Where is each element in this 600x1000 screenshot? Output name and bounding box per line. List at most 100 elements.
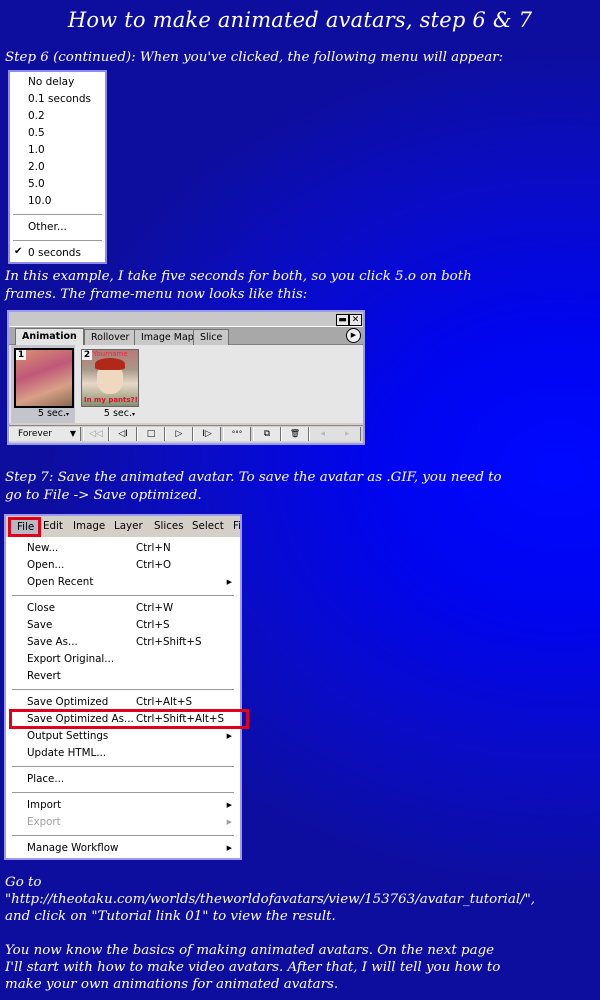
trash-icon[interactable]: 🗑	[281, 427, 309, 441]
tab-slice[interactable]: Slice	[193, 329, 230, 345]
submenu-arrow-icon: ▶	[226, 732, 232, 740]
menu-item-save-optimized-as[interactable]: Save Optimized As... Ctrl+Shift+Alt+S	[27, 711, 236, 728]
menu-item-label: Close	[27, 602, 56, 614]
delay-option-2-0[interactable]: 2.0	[28, 159, 45, 176]
shortcut-label: Ctrl+N	[136, 542, 171, 554]
menu-item-update-html[interactable]: Update HTML...	[27, 745, 236, 762]
next-frame-icon[interactable]: I▷	[193, 427, 221, 441]
menu-item-label: Manage Workflow	[27, 842, 119, 854]
delay-option-other[interactable]: Other...	[28, 219, 67, 236]
menu-item-new[interactable]: New... Ctrl+N	[27, 540, 236, 557]
frame-2[interactable]: 2 Yourname In my pants?! 5 sec.▾	[77, 345, 141, 423]
minimize-icon[interactable]: ▬	[336, 314, 349, 326]
duplicate-frame-icon[interactable]: ⧉	[253, 427, 281, 441]
animation-toolbar: Forever ▼ ◁◁ ◁I □ ▷ I▷ °°° ⧉ 🗑 ◂ ▸	[9, 425, 363, 443]
menu-image[interactable]: Image	[73, 516, 105, 537]
stop-icon[interactable]: □	[137, 427, 165, 441]
menu-item-label: Open Recent	[27, 576, 94, 588]
frame-delay-dropdown[interactable]: 5 sec.▾	[38, 408, 69, 419]
frame-delay-menu: No delay 0.1 seconds 0.2 0.5 1.0 2.0 5.0…	[8, 70, 107, 264]
frame-number: 1	[16, 350, 26, 360]
menu-item-close[interactable]: Close Ctrl+W	[27, 600, 236, 617]
example-text-line1: In this example, I take five seconds for…	[5, 269, 472, 284]
delay-option-10-0[interactable]: 10.0	[28, 193, 51, 210]
menu-item-label: Save Optimized As...	[27, 713, 134, 725]
menu-select[interactable]: Select	[192, 516, 224, 537]
menu-item-export-original[interactable]: Export Original...	[27, 651, 236, 668]
delay-option-0-1[interactable]: 0.1 seconds	[28, 91, 91, 108]
menu-layer[interactable]: Layer	[114, 516, 143, 537]
frame-delay-label: 5 sec.	[37, 408, 66, 419]
menu-divider	[12, 766, 234, 767]
frame-1[interactable]: 1 5 sec.▾	[11, 345, 75, 423]
menu-item-label: Export Original...	[27, 653, 115, 665]
menu-item-label: New...	[27, 542, 59, 554]
close-icon[interactable]: ✕	[349, 314, 362, 326]
panel-menu-icon[interactable]: ▶	[346, 328, 361, 343]
delay-option-0-2[interactable]: 0.2	[28, 108, 45, 125]
menu-file[interactable]: File	[8, 517, 41, 537]
delay-option-0-5[interactable]: 0.5	[28, 125, 45, 142]
first-frame-icon[interactable]: ◁◁	[83, 427, 109, 441]
step7-text-line2: go to File -> Save optimized.	[5, 488, 202, 503]
menu-item-label: Save As...	[27, 636, 78, 648]
menu-item-open[interactable]: Open... Ctrl+O	[27, 557, 236, 574]
menu-item-import[interactable]: Import ▶	[27, 797, 236, 814]
menu-item-output-settings[interactable]: Output Settings ▶	[27, 728, 236, 745]
menu-item-open-recent[interactable]: Open Recent ▶	[27, 574, 236, 591]
tab-animation[interactable]: Animation	[15, 328, 84, 346]
shortcut-label: Ctrl+W	[136, 602, 174, 614]
menu-divider	[12, 792, 234, 793]
dropdown-arrow-icon: ▾	[131, 411, 135, 418]
menubar: File Edit Image Layer Slices Select Fil	[6, 516, 240, 538]
thumbnail-caption-top: Yourname	[93, 350, 128, 358]
frame-delay-dropdown[interactable]: 5 sec.▾	[104, 408, 135, 419]
menu-slices[interactable]: Slices	[154, 516, 184, 537]
tab-rollover[interactable]: Rollover	[84, 329, 137, 345]
frames-area: 1 5 sec.▾ 2 Yourname In my pants?! 5 sec…	[9, 345, 363, 423]
panel-titlebar: ▬ ✕	[9, 312, 363, 327]
avatar-hair	[95, 358, 125, 370]
tab-image-map[interactable]: Image Map	[134, 329, 201, 345]
previous-frame-icon[interactable]: ◁I	[109, 427, 137, 441]
thumbnail-caption-bottom: In my pants?!	[84, 396, 138, 404]
play-icon[interactable]: ▷	[165, 427, 193, 441]
delay-option-no-delay[interactable]: No delay	[28, 74, 74, 91]
delay-option-1-0[interactable]: 1.0	[28, 142, 45, 159]
menu-item-label: Import	[27, 799, 62, 811]
menu-item-label: Output Settings	[27, 730, 109, 742]
shortcut-label: Ctrl+Shift+S	[136, 636, 202, 648]
delay-option-current[interactable]: 0 seconds	[28, 245, 81, 262]
menu-divider	[12, 595, 234, 596]
tween-icon[interactable]: °°°	[223, 427, 251, 441]
menu-item-export: Export ▶	[27, 814, 236, 831]
menu-item-revert[interactable]: Revert	[27, 668, 236, 685]
menu-item-save-as[interactable]: Save As... Ctrl+Shift+S	[27, 634, 236, 651]
menu-item-label: Revert	[27, 670, 61, 682]
shortcut-label: Ctrl+O	[136, 559, 172, 571]
example-text-line2: frames. The frame-menu now looks like th…	[5, 287, 308, 302]
step7-text-line1: Step 7: Save the animated avatar. To sav…	[5, 470, 502, 485]
menu-item-place[interactable]: Place...	[27, 771, 236, 788]
menu-item-label: Save Optimized	[27, 696, 109, 708]
panel-tabs: Animation Rollover Image Map Slice ▶	[9, 327, 363, 346]
menu-item-manage-workflow[interactable]: Manage Workflow ▶	[27, 840, 236, 857]
loop-options-dropdown[interactable]: Forever ▼	[9, 427, 81, 441]
result-text-line3: and click on "Tutorial link 01" to view …	[5, 909, 336, 924]
file-menu-screenshot: File Edit Image Layer Slices Select Fil …	[4, 514, 249, 860]
menu-item-save[interactable]: Save Ctrl+S	[27, 617, 236, 634]
delay-option-5-0[interactable]: 5.0	[28, 176, 45, 193]
menu-filters[interactable]: Fil	[233, 516, 240, 537]
dropdown-arrow-icon: ▼	[69, 429, 76, 438]
menu-divider	[12, 835, 234, 836]
step6-intro-text: Step 6 (continued): When you've clicked,…	[5, 50, 504, 65]
frames-scrollbar[interactable]: ◂ ▸	[309, 427, 361, 441]
menu-divider	[13, 240, 102, 241]
closing-text-line3: make your own animations for animated av…	[5, 977, 339, 992]
menu-item-label: Open...	[27, 559, 65, 571]
frame-2-thumbnail: 2 Yourname In my pants?!	[81, 349, 139, 407]
menu-divider	[13, 214, 102, 215]
submenu-arrow-icon: ▶	[226, 844, 232, 852]
menu-edit[interactable]: Edit	[43, 516, 63, 537]
frame-number: 2	[82, 350, 92, 360]
